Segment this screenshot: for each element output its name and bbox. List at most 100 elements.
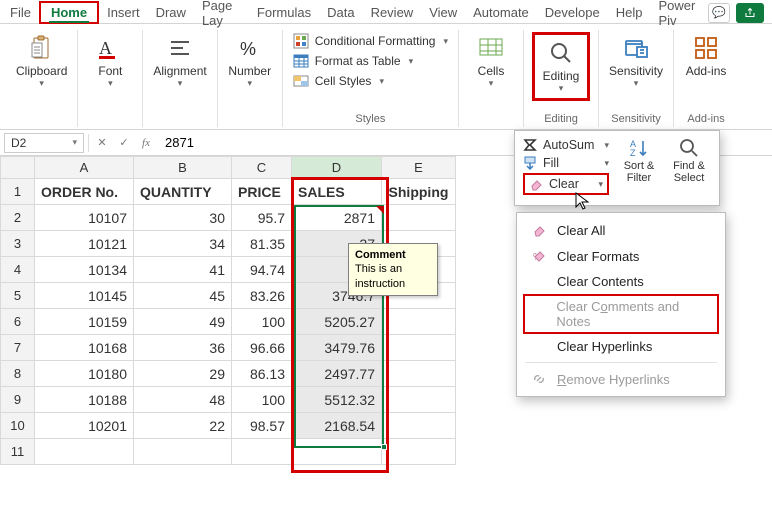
sensitivity-button[interactable]: Sensitivity ▾ bbox=[607, 32, 665, 91]
enter-icon[interactable]: ✓ bbox=[115, 134, 133, 152]
tab-review[interactable]: Review bbox=[363, 3, 422, 22]
row-header[interactable]: 8 bbox=[1, 361, 35, 387]
remove-hyperlinks-button[interactable]: Remove Hyperlinks bbox=[517, 366, 725, 392]
cell-A10[interactable]: 10201 bbox=[35, 413, 134, 439]
cancel-icon[interactable]: ✕ bbox=[93, 134, 111, 152]
clear-hyperlinks-button[interactable]: Clear Hyperlinks bbox=[517, 334, 725, 359]
cell-A1[interactable]: ORDER No. bbox=[35, 179, 134, 205]
cell-C3[interactable]: 81.35 bbox=[232, 231, 292, 257]
cell-D6[interactable]: 5205.27 bbox=[292, 309, 382, 335]
share-button[interactable] bbox=[736, 3, 764, 23]
cell-B4[interactable]: 41 bbox=[134, 257, 232, 283]
row-header[interactable]: 6 bbox=[1, 309, 35, 335]
find-select-button[interactable]: Find & Select bbox=[667, 137, 711, 184]
cell-B6[interactable]: 49 bbox=[134, 309, 232, 335]
row-header[interactable]: 5 bbox=[1, 283, 35, 309]
cell-C5[interactable]: 83.26 bbox=[232, 283, 292, 309]
cell-D8[interactable]: 2497.77 bbox=[292, 361, 382, 387]
cell-B1[interactable]: QUANTITY bbox=[134, 179, 232, 205]
clear-button[interactable]: Clear ▾ bbox=[523, 173, 609, 195]
cell-A9[interactable]: 10188 bbox=[35, 387, 134, 413]
col-header-E[interactable]: E bbox=[382, 157, 456, 179]
selection-handle[interactable] bbox=[381, 444, 387, 450]
autosum-button[interactable]: AutoSum ▾ bbox=[523, 137, 609, 153]
clear-contents-button[interactable]: Clear Contents bbox=[517, 269, 725, 294]
comments-icon[interactable]: 💬 bbox=[708, 3, 730, 23]
cell-A4[interactable]: 10134 bbox=[35, 257, 134, 283]
col-header-A[interactable]: A bbox=[35, 157, 134, 179]
row-header[interactable]: 2 bbox=[1, 205, 35, 231]
cell-C9[interactable]: 100 bbox=[232, 387, 292, 413]
cell-C2[interactable]: 95.7 bbox=[232, 205, 292, 231]
row-header[interactable]: 1 bbox=[1, 179, 35, 205]
cell-C11[interactable] bbox=[232, 439, 292, 465]
cell-E1[interactable]: Shipping bbox=[382, 179, 456, 205]
cell-B11[interactable] bbox=[134, 439, 232, 465]
cell-B8[interactable]: 29 bbox=[134, 361, 232, 387]
fx-icon[interactable]: fx bbox=[137, 134, 155, 152]
cell-A5[interactable]: 10145 bbox=[35, 283, 134, 309]
name-box[interactable]: D2 ▾ bbox=[4, 133, 84, 153]
cell-A6[interactable]: 10159 bbox=[35, 309, 134, 335]
row-header[interactable]: 7 bbox=[1, 335, 35, 361]
row-header[interactable]: 4 bbox=[1, 257, 35, 283]
number-button[interactable]: % Number ▾ bbox=[226, 32, 274, 91]
cell-D9[interactable]: 5512.32 bbox=[292, 387, 382, 413]
cell-A7[interactable]: 10168 bbox=[35, 335, 134, 361]
cell-E6[interactable] bbox=[382, 309, 456, 335]
tab-powerpivot[interactable]: Power Piv bbox=[650, 0, 708, 30]
cell-D2[interactable]: 2871 bbox=[292, 205, 382, 231]
cell-E10[interactable] bbox=[382, 413, 456, 439]
row-header[interactable]: 3 bbox=[1, 231, 35, 257]
font-button[interactable]: A Font ▾ bbox=[86, 32, 134, 91]
alignment-button[interactable]: Alignment ▾ bbox=[151, 32, 208, 91]
tab-formulas[interactable]: Formulas bbox=[249, 3, 319, 22]
editing-button[interactable]: Editing ▾ bbox=[537, 37, 585, 96]
sort-filter-button[interactable]: AZ Sort & Filter bbox=[617, 137, 661, 184]
row-header[interactable]: 9 bbox=[1, 387, 35, 413]
tab-data[interactable]: Data bbox=[319, 3, 362, 22]
cell-E8[interactable] bbox=[382, 361, 456, 387]
tab-draw[interactable]: Draw bbox=[148, 3, 194, 22]
fill-button[interactable]: Fill ▾ bbox=[523, 155, 609, 171]
cell-B7[interactable]: 36 bbox=[134, 335, 232, 361]
cell-B3[interactable]: 34 bbox=[134, 231, 232, 257]
cell-C4[interactable]: 94.74 bbox=[232, 257, 292, 283]
row-header[interactable]: 10 bbox=[1, 413, 35, 439]
cell-E2[interactable] bbox=[382, 205, 456, 231]
cell-C6[interactable]: 100 bbox=[232, 309, 292, 335]
cell-D1[interactable]: SALES bbox=[292, 179, 382, 205]
cell-E9[interactable] bbox=[382, 387, 456, 413]
format-as-table-button[interactable]: Format as Table ▾ bbox=[291, 52, 450, 70]
cell-C8[interactable]: 86.13 bbox=[232, 361, 292, 387]
clipboard-button[interactable]: Clipboard ▾ bbox=[14, 32, 69, 91]
cell-A2[interactable]: 10107 bbox=[35, 205, 134, 231]
addins-button[interactable]: Add-ins bbox=[682, 32, 730, 80]
cell-C10[interactable]: 98.57 bbox=[232, 413, 292, 439]
tab-view[interactable]: View bbox=[421, 3, 465, 22]
cell-C1[interactable]: PRICE bbox=[232, 179, 292, 205]
cell-A11[interactable] bbox=[35, 439, 134, 465]
cell-D11[interactable] bbox=[292, 439, 382, 465]
tab-help[interactable]: Help bbox=[608, 3, 651, 22]
cell-C7[interactable]: 96.66 bbox=[232, 335, 292, 361]
select-all-corner[interactable] bbox=[1, 157, 35, 179]
cell-B10[interactable]: 22 bbox=[134, 413, 232, 439]
cell-B2[interactable]: 30 bbox=[134, 205, 232, 231]
cell-A3[interactable]: 10121 bbox=[35, 231, 134, 257]
cell-B9[interactable]: 48 bbox=[134, 387, 232, 413]
conditional-formatting-button[interactable]: Conditional Formatting ▾ bbox=[291, 32, 450, 50]
tab-automate[interactable]: Automate bbox=[465, 3, 537, 22]
tab-pagelayout[interactable]: Page Lay bbox=[194, 0, 249, 30]
tab-insert[interactable]: Insert bbox=[99, 3, 148, 22]
col-header-D[interactable]: D bbox=[292, 157, 382, 179]
clear-all-button[interactable]: Clear All bbox=[517, 217, 725, 243]
cell-D10[interactable]: 2168.54 bbox=[292, 413, 382, 439]
col-header-B[interactable]: B bbox=[134, 157, 232, 179]
tab-file[interactable]: File bbox=[2, 3, 39, 22]
row-header[interactable]: 11 bbox=[1, 439, 35, 465]
cell-D7[interactable]: 3479.76 bbox=[292, 335, 382, 361]
tab-developer[interactable]: Develope bbox=[537, 3, 608, 22]
cell-E7[interactable] bbox=[382, 335, 456, 361]
cell-B5[interactable]: 45 bbox=[134, 283, 232, 309]
